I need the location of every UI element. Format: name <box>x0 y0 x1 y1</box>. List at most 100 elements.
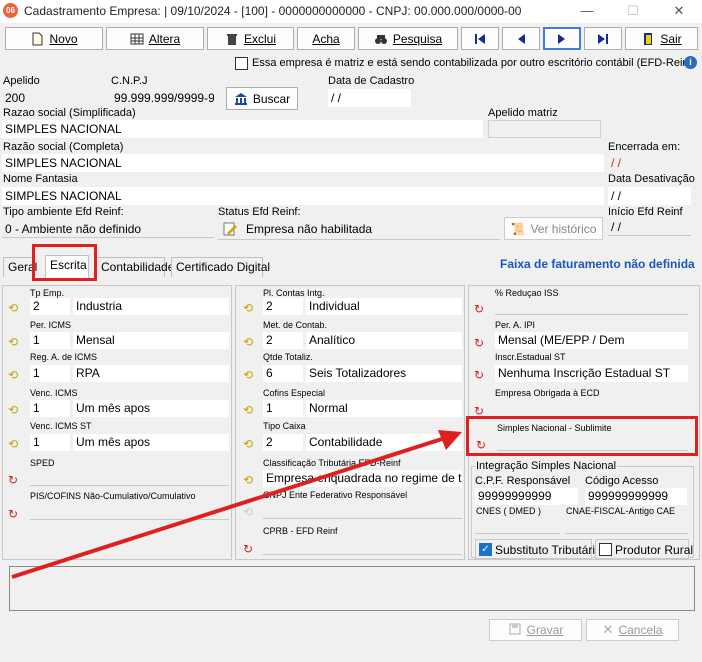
lookup-icon[interactable]: ↻ <box>8 508 24 520</box>
lookup-icon[interactable]: ⟲ <box>8 336 24 348</box>
substituto-checkbox[interactable]: ✓ <box>479 543 492 556</box>
receita-federal-icon <box>234 92 248 106</box>
cpf-resp-label: C.P.F. Responsável <box>475 475 571 487</box>
lookup-icon[interactable]: ⟲ <box>243 369 259 381</box>
lookup-icon[interactable]: ⟲ <box>243 438 259 450</box>
tipo-caixa-desc: Contabilidade <box>306 434 462 451</box>
next-record-button[interactable] <box>543 27 581 50</box>
cprb-field[interactable] <box>263 538 462 555</box>
last-icon <box>596 32 610 46</box>
met-contab-code[interactable]: 2 <box>263 332 303 349</box>
venc-icms-desc: Um mês apos <box>73 400 229 417</box>
close-button[interactable]: ✕ <box>656 0 702 23</box>
matriz-checkbox[interactable] <box>235 57 248 70</box>
last-record-button[interactable] <box>584 27 622 50</box>
minimize-button[interactable]: — <box>564 0 610 23</box>
encerrada-label: Encerrada em: <box>608 141 681 153</box>
tab-certificado-digital[interactable]: Certificado Digital <box>171 257 270 277</box>
tp-emp-code[interactable]: 2 <box>30 298 70 315</box>
buscar-button[interactable]: Buscar <box>226 87 298 110</box>
per-ipi-label: Per. A. IPI <box>495 320 536 330</box>
lookup-icon[interactable]: ⟲ <box>243 302 259 314</box>
altera-button[interactable]: Altera <box>106 27 204 50</box>
substituto-box[interactable]: ✓ Substituto Tributário <box>475 539 602 559</box>
lookup-icon[interactable]: ⟲ <box>8 302 24 314</box>
gravar-button[interactable]: Gravar <box>489 619 582 641</box>
nome-fantasia-field[interactable]: SIMPLES NACIONAL <box>2 187 604 205</box>
status-efd-label: Status Efd Reinf: <box>218 206 301 218</box>
exclui-button[interactable]: Exclui <box>207 27 294 50</box>
tab-contabilidade[interactable]: Contabilidade <box>96 257 174 277</box>
lookup-icon[interactable]: ↻ <box>474 369 490 381</box>
lookup-icon[interactable]: ⟲ <box>243 506 259 518</box>
novo-button[interactable]: Novo <box>5 27 103 50</box>
inicio-efd-field[interactable]: / / <box>608 218 691 236</box>
apelido-field[interactable]: 200 <box>2 89 102 107</box>
info-icon[interactable]: i <box>684 56 697 69</box>
pis-cofins-field[interactable] <box>30 503 229 520</box>
lookup-icon[interactable]: ↻ <box>474 337 490 349</box>
tipo-caixa-code[interactable]: 2 <box>263 434 303 451</box>
previous-record-button[interactable] <box>502 27 540 50</box>
cnpj-ente-field[interactable] <box>263 502 462 519</box>
ver-historico-label: Ver histórico <box>530 221 597 236</box>
data-desativacao-label: Data Desativação <box>608 173 695 185</box>
cancela-button[interactable]: ✕ Cancela <box>586 619 679 641</box>
lookup-icon[interactable]: ⟲ <box>243 404 259 416</box>
data-cadastro-field[interactable]: / / <box>328 89 411 107</box>
razao-simpl-field[interactable]: SIMPLES NACIONAL <box>2 120 483 138</box>
lookup-icon[interactable]: ↻ <box>243 543 259 555</box>
venc-icms-code[interactable]: 1 <box>30 400 70 417</box>
ecd-field[interactable] <box>495 400 688 417</box>
reducao-iss-field[interactable] <box>495 298 688 315</box>
tipo-ambiente-field[interactable]: 0 - Ambiente não definido <box>2 220 214 238</box>
produtor-box[interactable]: Produtor Rural <box>595 539 693 559</box>
tab-geral[interactable]: Geral <box>3 257 37 277</box>
lookup-icon[interactable]: ↻ <box>474 303 490 315</box>
cofins-especial-label: Cofins Especial <box>263 388 326 398</box>
first-record-button[interactable] <box>461 27 499 50</box>
data-desativacao-field[interactable]: / / <box>608 187 691 205</box>
sair-button[interactable]: Sair <box>625 27 698 50</box>
qtde-totaliz-code[interactable]: 6 <box>263 365 303 382</box>
cnpj-field[interactable]: 99.999.999/9999-99 <box>111 89 214 107</box>
cnes-field[interactable] <box>475 518 560 534</box>
pesquisa-button[interactable]: Pesquisa <box>358 27 458 50</box>
lookup-icon[interactable]: ⟲ <box>8 369 24 381</box>
met-contab-desc: Analítico <box>306 332 462 349</box>
produtor-checkbox[interactable] <box>599 543 612 556</box>
cod-acesso-field[interactable]: 999999999999 <box>585 488 687 505</box>
ver-historico-button[interactable]: 📜 Ver histórico <box>504 217 603 240</box>
reg-icms-code[interactable]: 1 <box>30 365 70 382</box>
per-ipi-field[interactable]: Mensal (ME/EPP / Dem <box>495 332 688 349</box>
lookup-icon[interactable]: ↻ <box>8 474 24 486</box>
cnes-label: CNES ( DMED ) <box>476 506 541 516</box>
encerrada-field[interactable]: / / <box>608 154 691 172</box>
pl-contas-code[interactable]: 2 <box>263 298 303 315</box>
reducao-iss-label: % Reduçao ISS <box>495 288 559 298</box>
lookup-icon[interactable]: ⟲ <box>8 404 24 416</box>
apelido-matriz-field[interactable] <box>488 120 601 138</box>
acha-button[interactable]: Acha <box>297 27 355 50</box>
exclui-label: Exclui <box>243 31 276 46</box>
lookup-icon[interactable]: ⟲ <box>243 336 259 348</box>
cnpj-ente-label: CNPJ Ente Federativo Responsável <box>263 490 408 500</box>
cpf-resp-field[interactable]: 99999999999 <box>475 488 578 505</box>
venc-icms-st-label: Venc. ICMS ST <box>30 421 92 431</box>
lookup-icon[interactable]: ⟲ <box>8 438 24 450</box>
per-icms-code[interactable]: 1 <box>30 332 70 349</box>
new-document-icon <box>30 32 44 46</box>
class-trib-field[interactable]: Empresa enquadrada no regime de tributaç… <box>263 470 462 487</box>
sped-label: SPED <box>30 458 55 468</box>
inscr-st-field[interactable]: Nenhuma Inscrição Estadual ST <box>495 365 688 382</box>
sped-field[interactable] <box>30 469 229 486</box>
razao-comp-field[interactable]: SIMPLES NACIONAL <box>2 154 604 172</box>
faixa-faturamento: Faixa de faturamento não definida <box>500 257 695 271</box>
cofins-especial-code[interactable]: 1 <box>263 400 303 417</box>
venc-icms-st-code[interactable]: 1 <box>30 434 70 451</box>
lookup-icon[interactable]: ⟲ <box>243 474 259 486</box>
qtde-totaliz-desc: Seis Totalizadores <box>306 365 462 382</box>
cnae-field[interactable] <box>565 518 688 534</box>
next-icon <box>555 32 569 46</box>
maximize-button[interactable]: ☐ <box>610 0 656 23</box>
